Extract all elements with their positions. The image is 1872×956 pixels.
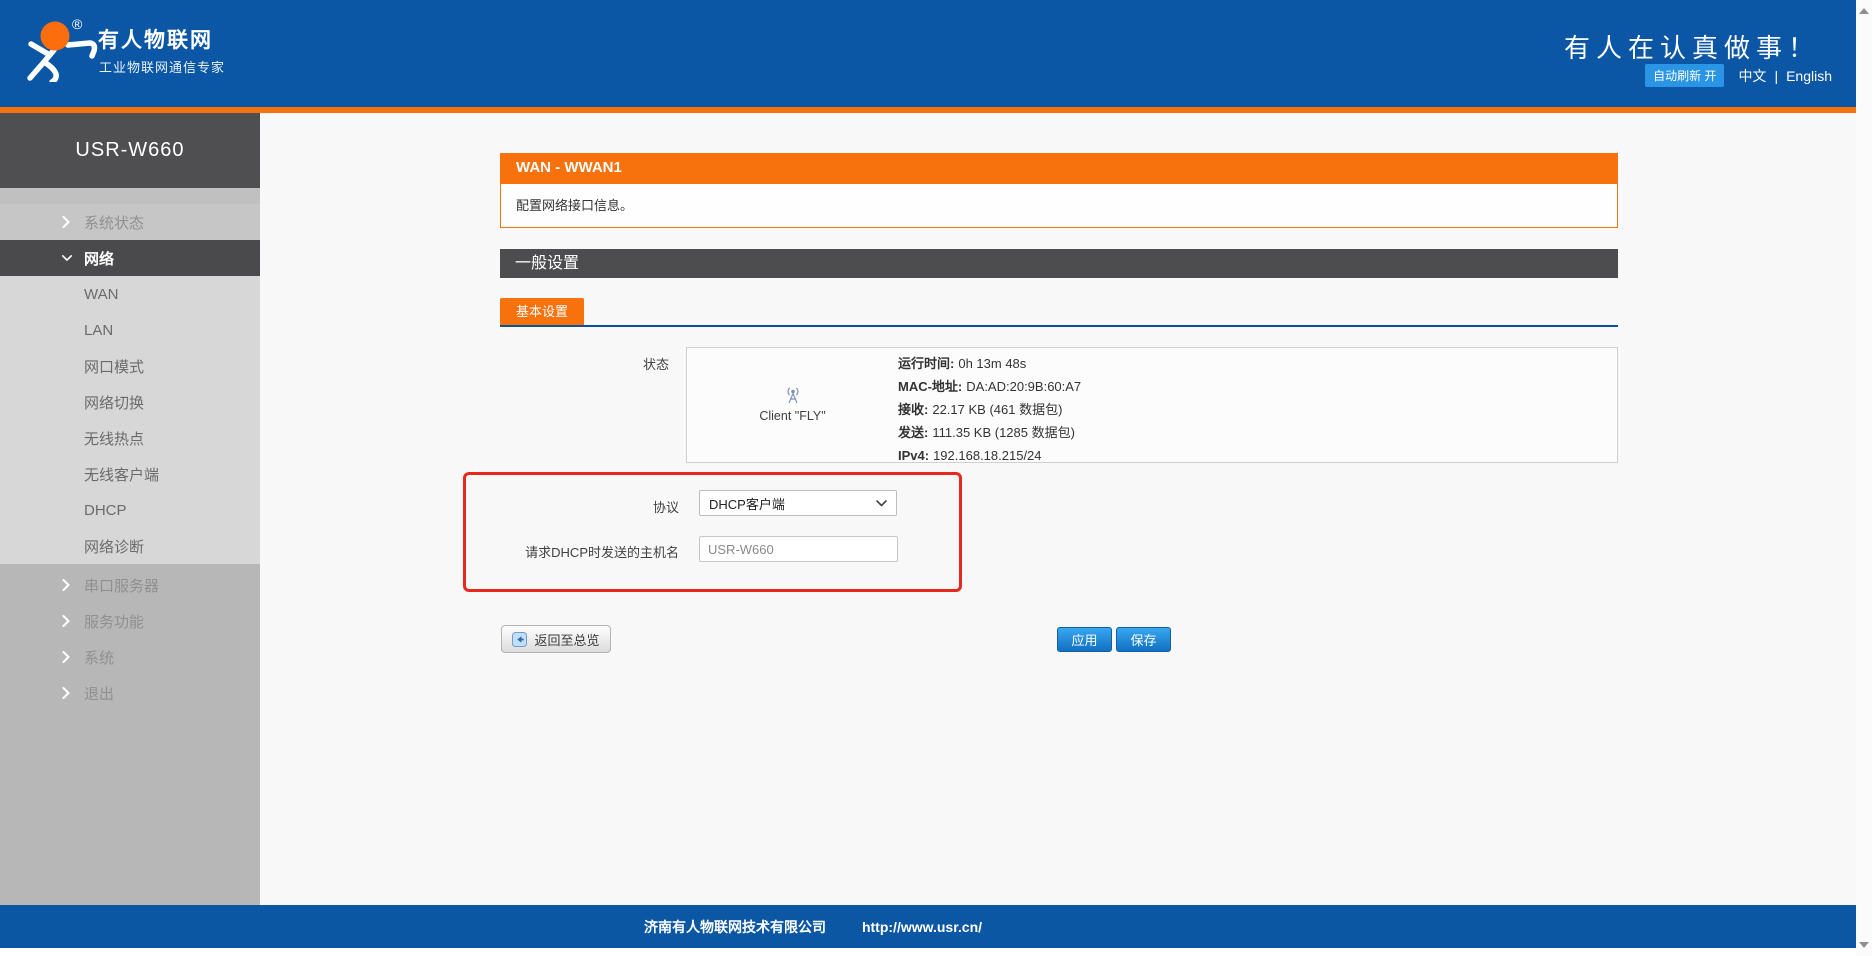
chevron-right-icon xyxy=(62,216,72,228)
action-buttons: 应用 保存 xyxy=(1057,627,1171,652)
status-line: 运行时间: 0h 13m 48s xyxy=(898,352,1617,375)
vertical-scrollbar[interactable] xyxy=(1856,0,1872,956)
footer-content: 济南有人物联网技术有限公司 http://www.usr.cn/ xyxy=(0,905,1626,948)
chevron-down-icon xyxy=(62,254,72,262)
page-description: 配置网络接口信息。 xyxy=(500,183,1618,228)
footer-url: http://www.usr.cn/ xyxy=(861,918,983,935)
sidebar-item-label: 系统状态 xyxy=(84,214,145,232)
back-icon xyxy=(512,631,528,647)
sidebar-item-lan[interactable]: LAN xyxy=(0,312,260,348)
top-header-bar: ® 有人物联网 工业物联网通信专家 有人在认真做事！ 自动刷新 开 中文 | E… xyxy=(0,0,1872,107)
sidebar-item-label: WAN xyxy=(84,285,119,303)
lang-english-link[interactable]: English xyxy=(1786,68,1832,84)
header-controls: 自动刷新 开 中文 | English xyxy=(1645,64,1832,87)
client-caption: Client "FLY" xyxy=(759,409,826,423)
chevron-down-icon xyxy=(876,499,887,506)
sidebar-item-wireless-client[interactable]: 无线客户端 xyxy=(0,456,260,492)
sidebar-item-network-switch[interactable]: 网络切换 xyxy=(0,384,260,420)
sidebar-item-service-function[interactable]: 服务功能 xyxy=(0,603,260,639)
status-line-label: 接收: xyxy=(898,402,929,417)
usr-logo-icon: ® xyxy=(27,16,98,82)
status-line-label: IPv4: xyxy=(898,448,930,463)
chevron-right-icon xyxy=(62,651,72,663)
section-title: 一般设置 xyxy=(500,249,1618,278)
lang-separator: | xyxy=(1774,67,1779,84)
protocol-field-label: 协议 xyxy=(652,500,679,515)
sidebar-item-label: 网口模式 xyxy=(84,358,145,376)
protocol-select[interactable]: DHCP客户端 xyxy=(699,490,897,516)
back-to-overview-button[interactable]: 返回至总览 xyxy=(501,625,611,653)
status-line-value: 111.35 KB (1285 数据包) xyxy=(932,425,1075,440)
sidebar-item-label: 串口服务器 xyxy=(84,577,160,595)
status-line-value: 22.17 KB (461 数据包) xyxy=(932,402,1063,417)
status-line: MAC-地址: DA:AD:20:9B:60:A7 xyxy=(898,375,1617,398)
footer-bar: 济南有人物联网技术有限公司 http://www.usr.cn/ xyxy=(0,905,1872,948)
protocol-select-value: DHCP客户端 xyxy=(709,496,785,512)
status-line-label: MAC-地址: xyxy=(898,379,963,394)
header-slogan: 有人在认真做事！ xyxy=(1563,33,1820,63)
registered-mark: ® xyxy=(72,16,83,32)
status-line: 接收: 22.17 KB (461 数据包) xyxy=(898,398,1617,421)
status-line-value: 192.168.18.215/24 xyxy=(933,448,1042,463)
scroll-down-arrow-icon[interactable] xyxy=(1859,942,1869,948)
sidebar-item-label: 退出 xyxy=(84,685,115,703)
sidebar-submenu: WAN LAN 网口模式 网络切换 无线热点 无线客户端 DHCP 网络诊断 xyxy=(0,276,260,564)
status-details: 运行时间: 0h 13m 48s MAC-地址: DA:AD:20:9B:60:A7… xyxy=(898,348,1617,463)
sidebar-item-label: 网络切换 xyxy=(84,394,145,412)
tab-underline xyxy=(500,325,1618,327)
status-box: Client "FLY" 运行时间: 0h 13m 48s MAC-地址: DA:A… xyxy=(686,347,1618,463)
wireless-signal-icon xyxy=(787,387,798,404)
page-title: WAN - WWAN1 xyxy=(500,153,1618,183)
sidebar-item-port-mode[interactable]: 网口模式 xyxy=(0,348,260,384)
sidebar-item-network-diagnosis[interactable]: 网络诊断 xyxy=(0,528,260,564)
sidebar-item-serial-server[interactable]: 串口服务器 xyxy=(0,567,260,603)
status-line-value: DA:AD:20:9B:60:A7 xyxy=(966,379,1082,394)
sidebar-item-system-status[interactable]: 系统状态 xyxy=(0,204,260,240)
sidebar-item-label: 系统 xyxy=(84,649,115,667)
sidebar-item-system[interactable]: 系统 xyxy=(0,639,260,675)
lang-chinese-link[interactable]: 中文 xyxy=(1738,66,1766,86)
screen: ® 有人物联网 工业物联网通信专家 有人在认真做事！ 自动刷新 开 中文 | E… xyxy=(0,0,1872,956)
sidebar-item-wireless-ap[interactable]: 无线热点 xyxy=(0,420,260,456)
sidebar-bottom-group: 串口服务器 服务功能 系统 退出 xyxy=(0,564,260,905)
footer-company: 济南有人物联网技术有限公司 xyxy=(643,918,826,935)
chevron-right-icon xyxy=(62,615,72,627)
device-name: USR-W660 xyxy=(0,113,260,188)
brand-subtitle: 工业物联网通信专家 xyxy=(99,60,226,75)
sidebar-item-label: 无线热点 xyxy=(84,430,145,448)
chevron-right-icon xyxy=(62,687,72,699)
auto-refresh-toggle[interactable]: 自动刷新 开 xyxy=(1645,64,1725,87)
status-field-label: 状态 xyxy=(642,357,669,372)
chevron-right-icon xyxy=(62,579,72,591)
sidebar-item-label: 无线客户端 xyxy=(84,466,160,484)
sidebar-item-logout[interactable]: 退出 xyxy=(0,675,260,711)
sidebar-item-label: LAN xyxy=(84,321,114,339)
status-line: 发送: 111.35 KB (1285 数据包) xyxy=(898,421,1617,444)
sidebar-item-dhcp[interactable]: DHCP xyxy=(0,492,260,528)
back-button-label: 返回至总览 xyxy=(534,632,600,648)
sidebar-item-network[interactable]: 网络 xyxy=(0,240,260,276)
sidebar-item-label: 网络诊断 xyxy=(84,538,145,556)
status-client-cell: Client "FLY" xyxy=(687,348,898,462)
main-panel: WAN - WWAN1 配置网络接口信息。 一般设置 基本设置 状态 Clien… xyxy=(463,113,1618,905)
tab-basic-settings[interactable]: 基本设置 xyxy=(500,298,584,325)
hostname-input[interactable] xyxy=(699,536,898,562)
hostname-field-label: 请求DHCP时发送的主机名 xyxy=(525,545,679,560)
status-line-label: 发送: xyxy=(898,425,929,440)
sidebar-item-label: DHCP xyxy=(84,501,127,519)
sidebar-item-label: 服务功能 xyxy=(84,613,145,631)
sidebar-item-label: 网络 xyxy=(84,250,115,268)
sidebar-item-wan[interactable]: WAN xyxy=(0,276,260,312)
brand-title: 有人物联网 xyxy=(98,29,213,52)
scroll-up-arrow-icon[interactable] xyxy=(1859,8,1869,14)
status-line: IPv4: 192.168.18.215/24 xyxy=(898,444,1617,467)
status-line-label: 运行时间: xyxy=(898,356,955,371)
language-switch: 中文 | English xyxy=(1738,66,1832,86)
sidebar: USR-W660 系统状态 网络 WAN LAN 网口模式 网络切换 无线热点 … xyxy=(0,113,260,905)
save-button[interactable]: 保存 xyxy=(1116,627,1171,652)
status-line-value: 0h 13m 48s xyxy=(958,356,1027,371)
apply-button[interactable]: 应用 xyxy=(1057,627,1112,652)
